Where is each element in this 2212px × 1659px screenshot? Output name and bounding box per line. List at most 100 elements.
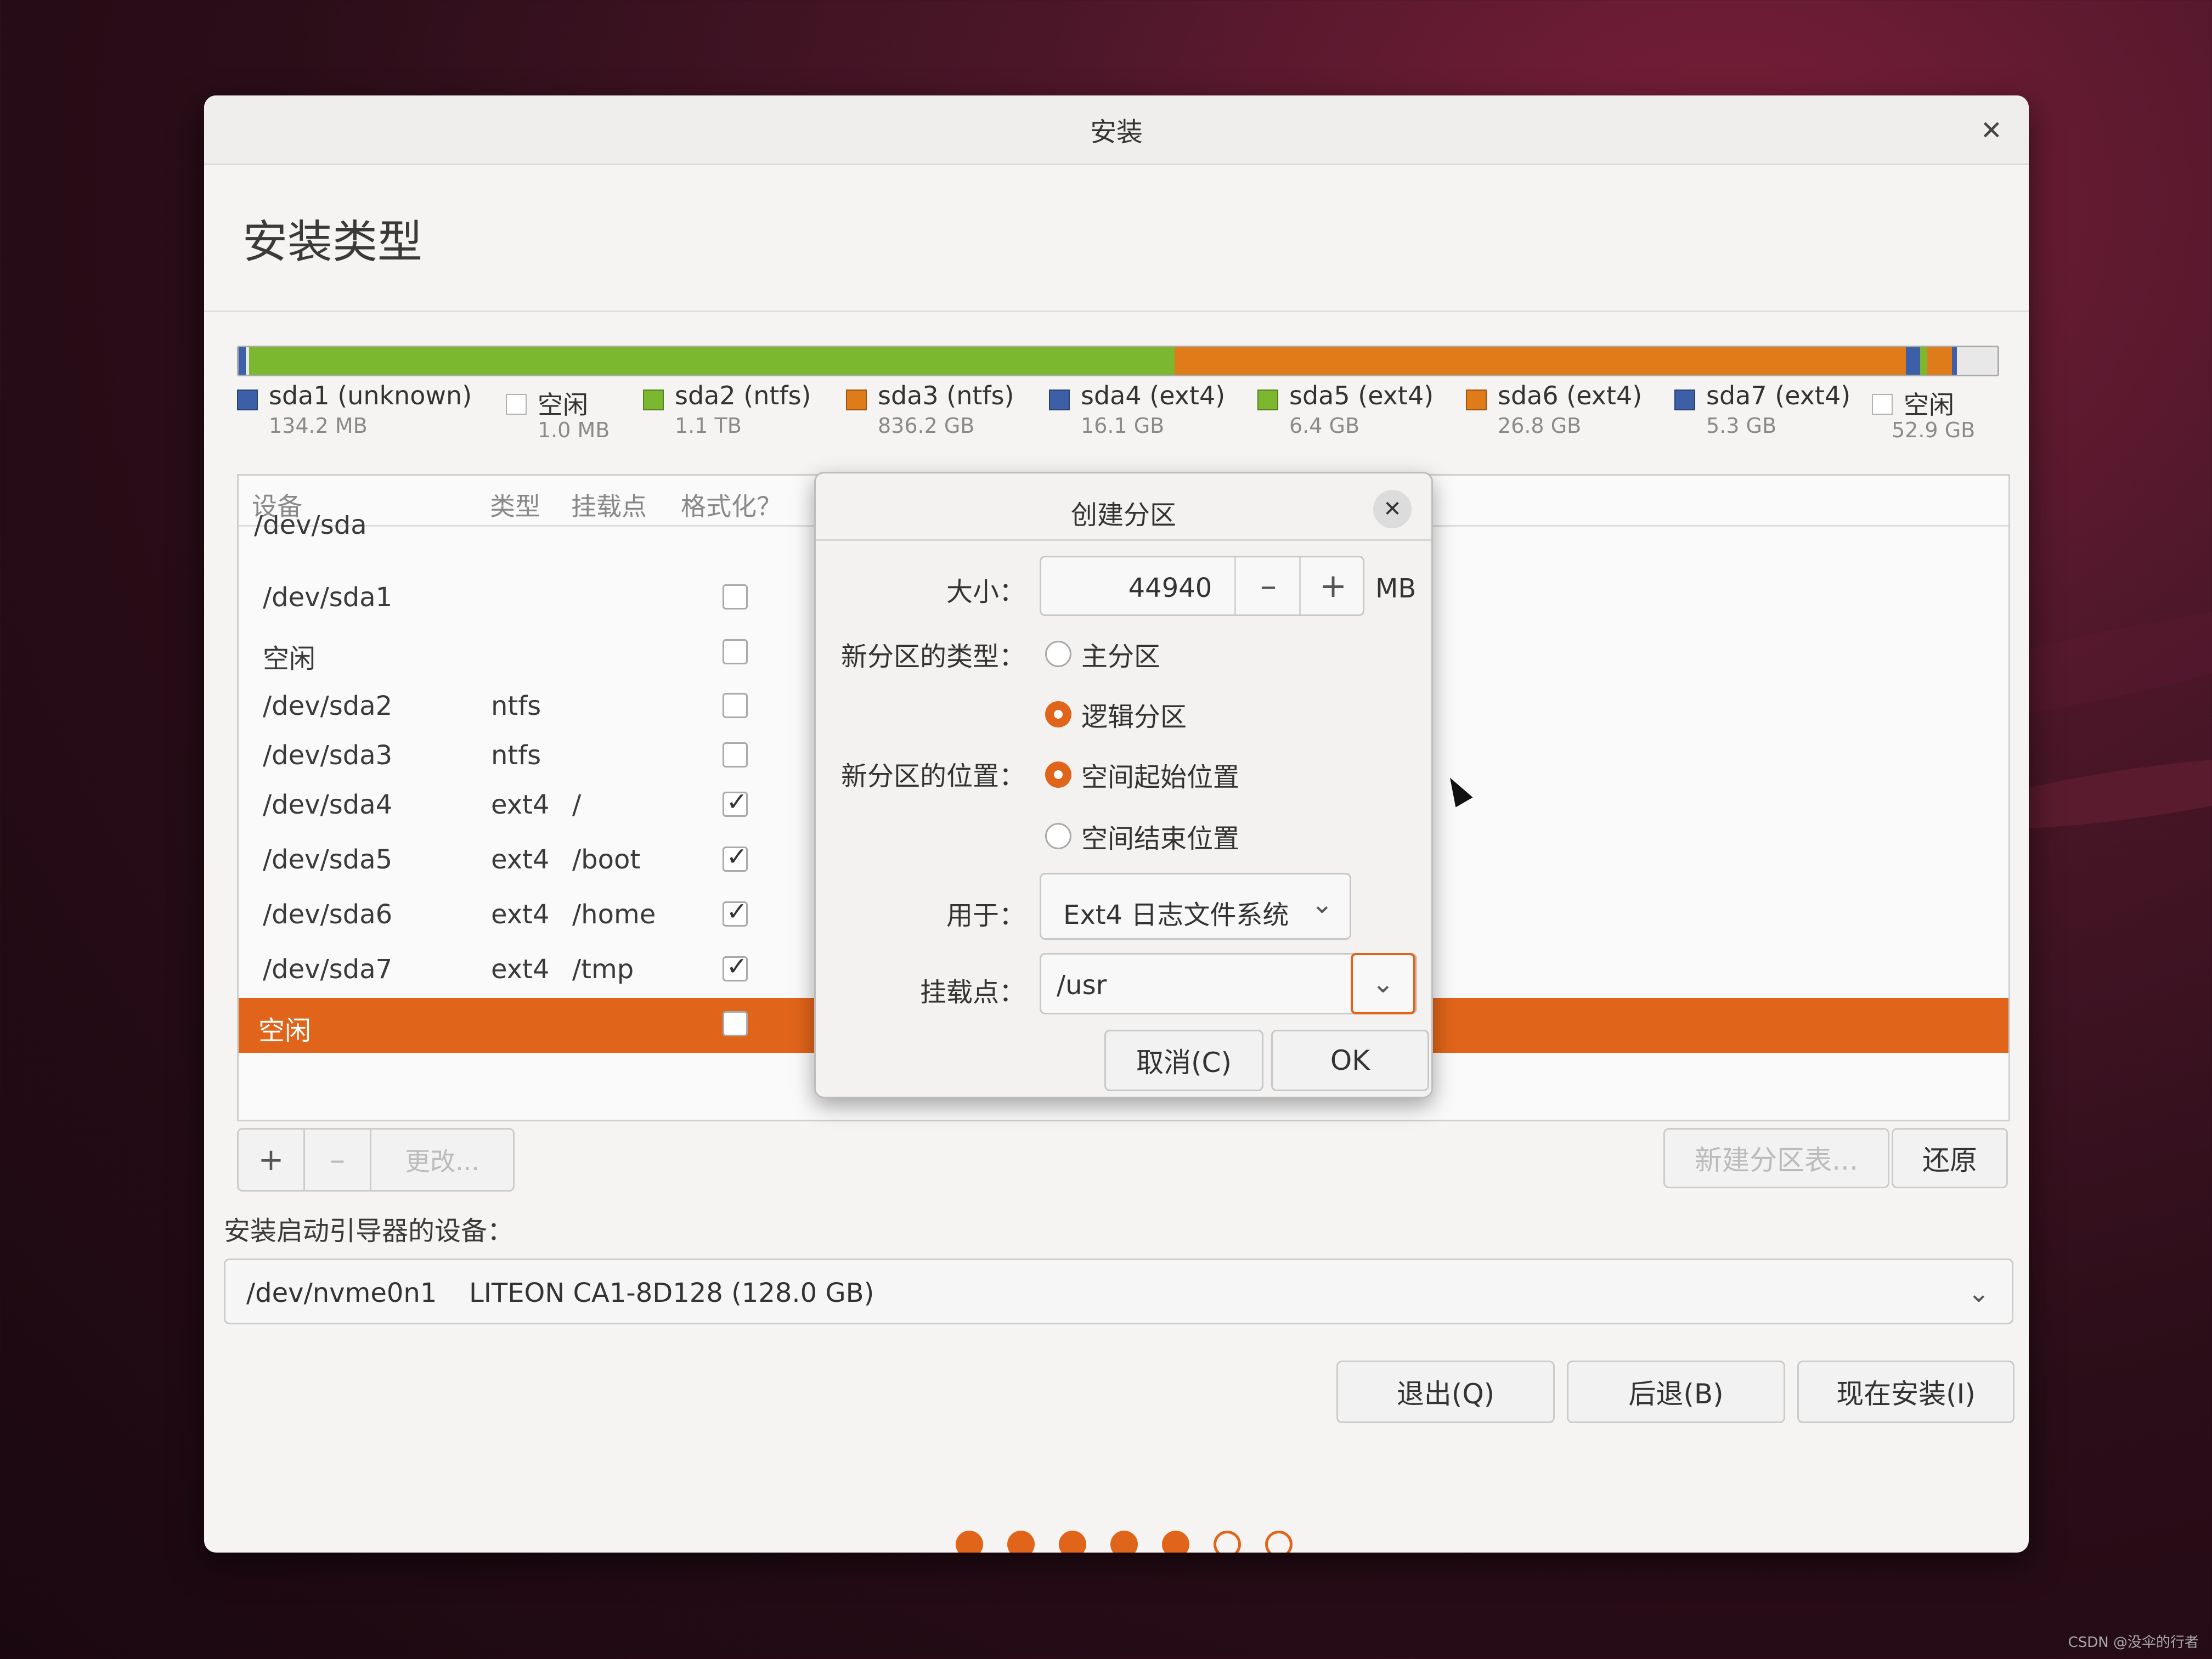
cell-device: /dev/sda3 [263, 740, 393, 771]
back-button[interactable]: 后退(B) [1567, 1361, 1785, 1423]
cell-mount: /home [572, 899, 656, 930]
legend-swatch [1049, 390, 1070, 410]
cell-device: /dev/sda5 [263, 844, 393, 875]
cell-device: /dev/sda2 [263, 691, 393, 721]
legend-size: 6.4 GB [1289, 414, 1360, 438]
radio-label: 逻辑分区 [1081, 702, 1187, 732]
ok-button[interactable]: OK [1271, 1030, 1429, 1091]
format-checkbox[interactable] [723, 951, 748, 981]
format-checkbox[interactable] [723, 787, 748, 817]
page-title: 安装类型 [242, 216, 423, 268]
legend-swatch [237, 390, 258, 410]
new-partition-table-button[interactable]: 新建分区表... [1663, 1128, 1889, 1188]
type-logical-radio[interactable]: 逻辑分区 [1045, 695, 1187, 733]
disk-segment [1174, 347, 1906, 375]
progress-dot [956, 1531, 983, 1553]
format-checkbox[interactable] [723, 896, 748, 927]
cell-type: ext4 [491, 899, 550, 930]
location-end-radio[interactable]: 空间结束位置 [1045, 817, 1239, 855]
add-partition-button[interactable]: + [239, 1130, 305, 1190]
boot-device-model: LITEON CA1-8D128 (128.0 GB) [469, 1278, 874, 1308]
disk-segment [239, 347, 246, 375]
format-checkbox[interactable] [723, 742, 748, 768]
progress-dot [1007, 1531, 1035, 1553]
format-checkbox[interactable] [723, 639, 748, 664]
legend-label: sda7 (ext4) [1706, 381, 1851, 410]
radio-icon [1045, 641, 1071, 667]
legend-label: sda3 (ntfs) [878, 381, 1014, 410]
radio-icon [1045, 823, 1071, 849]
cell-device: 空闲 [263, 644, 316, 674]
mount-point-combobox: /usr ⌄ [1040, 953, 1417, 1014]
size-input[interactable]: 44940 [1107, 573, 1233, 603]
cell-type: ext4 [491, 954, 550, 985]
chevron-down-icon[interactable]: ⌄ [1351, 953, 1415, 1014]
disk-segment [1920, 347, 1927, 375]
cell-type: ext4 [491, 844, 550, 875]
partition-toolbar: + – 更改... [237, 1128, 515, 1192]
cancel-button[interactable]: 取消(C) [1104, 1030, 1263, 1091]
progress-dot [1110, 1531, 1138, 1553]
window-title: 安装 [1090, 117, 1143, 148]
legend-label: sda5 (ext4) [1289, 381, 1434, 410]
install-now-button[interactable]: 现在安装(I) [1797, 1361, 2015, 1423]
format-checkbox[interactable] [723, 584, 748, 610]
revert-button[interactable]: 还原 [1892, 1128, 2008, 1188]
cell-type: ext4 [491, 789, 550, 820]
type-primary-radio[interactable]: 主分区 [1045, 635, 1160, 673]
disk-segment [1951, 347, 1957, 375]
legend-size: 1.1 TB [675, 414, 742, 438]
chevron-down-icon: ⌄ [1967, 1278, 1990, 1308]
disk-segment [1927, 347, 1952, 375]
disk-segment [1957, 347, 1997, 375]
radio-label: 空间起始位置 [1081, 762, 1240, 793]
radio-selected-icon [1045, 761, 1071, 788]
mount-point-input[interactable]: /usr [1057, 970, 1107, 1001]
divider [204, 311, 2029, 312]
radio-label: 空间结束位置 [1081, 823, 1240, 854]
watermark: CSDN @没伞的行者 [2068, 1634, 2199, 1651]
legend-swatch [1674, 390, 1695, 410]
boot-device-path: /dev/nvme0n1 [246, 1278, 437, 1308]
format-checkbox[interactable] [723, 1011, 748, 1036]
boot-device-select[interactable]: /dev/nvme0n1 LITEON CA1-8D128 (128.0 GB)… [224, 1259, 2013, 1324]
cell-device: /dev/sda4 [263, 789, 393, 820]
legend-size: 1.0 MB [538, 418, 610, 442]
divider [816, 539, 1431, 541]
remove-partition-button[interactable]: – [305, 1130, 371, 1190]
legend-size: 26.8 GB [1498, 414, 1582, 438]
disk-usage-bar [237, 346, 1999, 376]
legend-label: sda6 (ext4) [1498, 381, 1643, 410]
disk-segment [249, 347, 1175, 375]
progress-dots [956, 1531, 1293, 1553]
close-icon[interactable]: ✕ [1980, 115, 2002, 146]
legend-swatch [506, 394, 527, 415]
close-icon[interactable]: ✕ [1373, 490, 1412, 528]
group-label: /dev/sda [254, 515, 367, 537]
legend-label: 空闲 [538, 390, 588, 420]
decrease-size-button[interactable]: – [1234, 557, 1301, 614]
location-begin-radio[interactable]: 空间起始位置 [1045, 755, 1239, 794]
filesystem-value: Ext4 日志文件系统 [1063, 900, 1289, 930]
legend-size: 836.2 GB [878, 414, 975, 438]
format-checkbox[interactable] [723, 693, 748, 718]
title-bar: 安装 ✕ [204, 95, 2029, 165]
change-partition-button[interactable]: 更改... [371, 1130, 513, 1190]
increase-size-button[interactable]: + [1299, 557, 1365, 614]
location-label: 新分区的位置： [840, 761, 1025, 792]
format-checkbox[interactable] [723, 842, 748, 872]
legend-label: sda4 (ext4) [1081, 381, 1226, 410]
quit-button[interactable]: 退出(Q) [1336, 1361, 1555, 1423]
cell-mount: / [572, 789, 582, 820]
legend-label: 空闲 [1904, 390, 1954, 420]
size-unit: MB [1375, 573, 1417, 604]
disk-legend: sda1 (unknown) 134.2 MB 空闲 1.0 MB sda2 (ntfs… [237, 381, 2004, 452]
cell-device: /dev/sda7 [263, 954, 393, 985]
legend-swatch [1872, 394, 1893, 415]
legend-swatch [1466, 390, 1487, 410]
legend-swatch [643, 390, 664, 410]
size-label: 大小： [946, 577, 1025, 607]
progress-dot [1265, 1531, 1293, 1553]
use-as-label: 用于： [946, 900, 1025, 931]
filesystem-select[interactable]: Ext4 日志文件系统 ⌄ [1040, 873, 1351, 940]
